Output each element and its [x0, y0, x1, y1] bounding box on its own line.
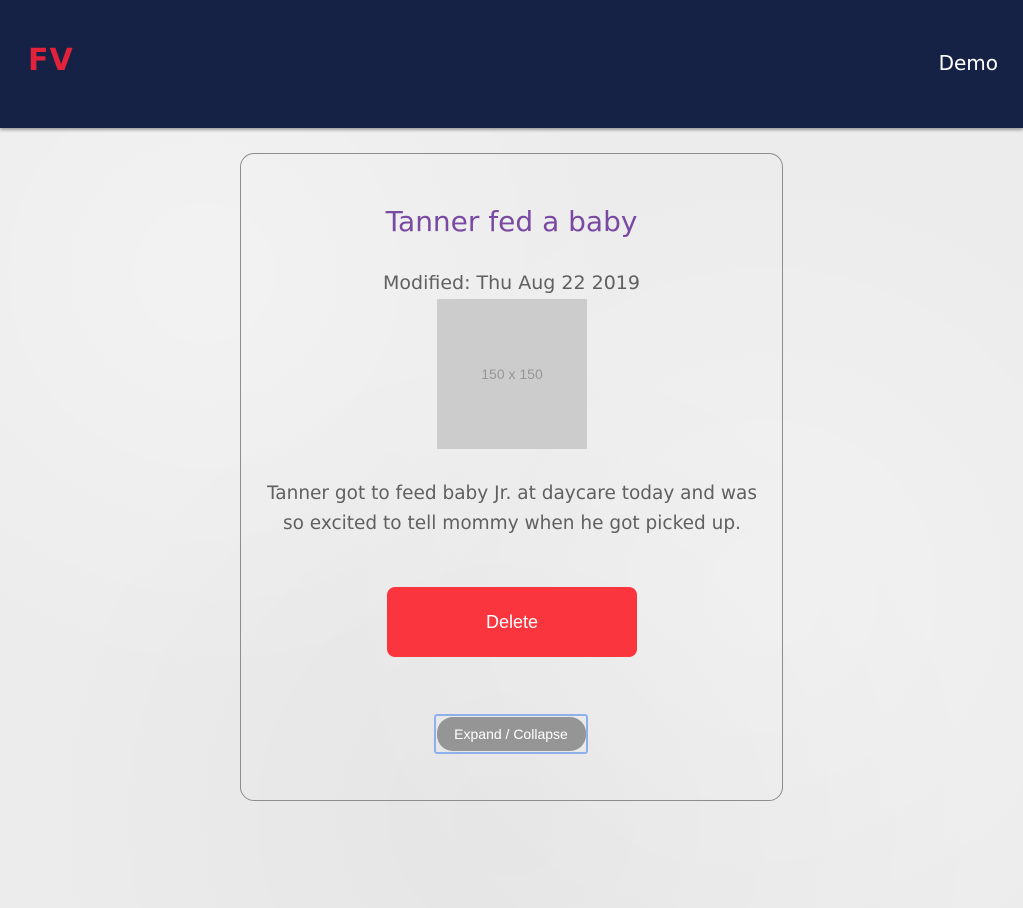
delete-button[interactable]: Delete — [387, 587, 637, 657]
top-navbar: FV Demo — [0, 0, 1023, 128]
image-placeholder: 150 x 150 — [437, 299, 587, 449]
memory-card: Tanner fed a baby Modified: Thu Aug 22 2… — [240, 153, 783, 801]
image-placeholder-label: 150 x 150 — [481, 366, 543, 382]
modified-date: Modified: Thu Aug 22 2019 — [383, 272, 640, 294]
expand-collapse-button[interactable]: Expand / Collapse — [436, 717, 586, 751]
expand-collapse-focus-ring: Expand / Collapse — [434, 714, 588, 754]
fv-logo[interactable]: FV — [28, 44, 74, 78]
nav-link-demo[interactable]: Demo — [939, 50, 998, 76]
card-description: Tanner got to feed baby Jr. at daycare t… — [267, 483, 757, 534]
card-title: Tanner fed a baby — [385, 205, 638, 238]
